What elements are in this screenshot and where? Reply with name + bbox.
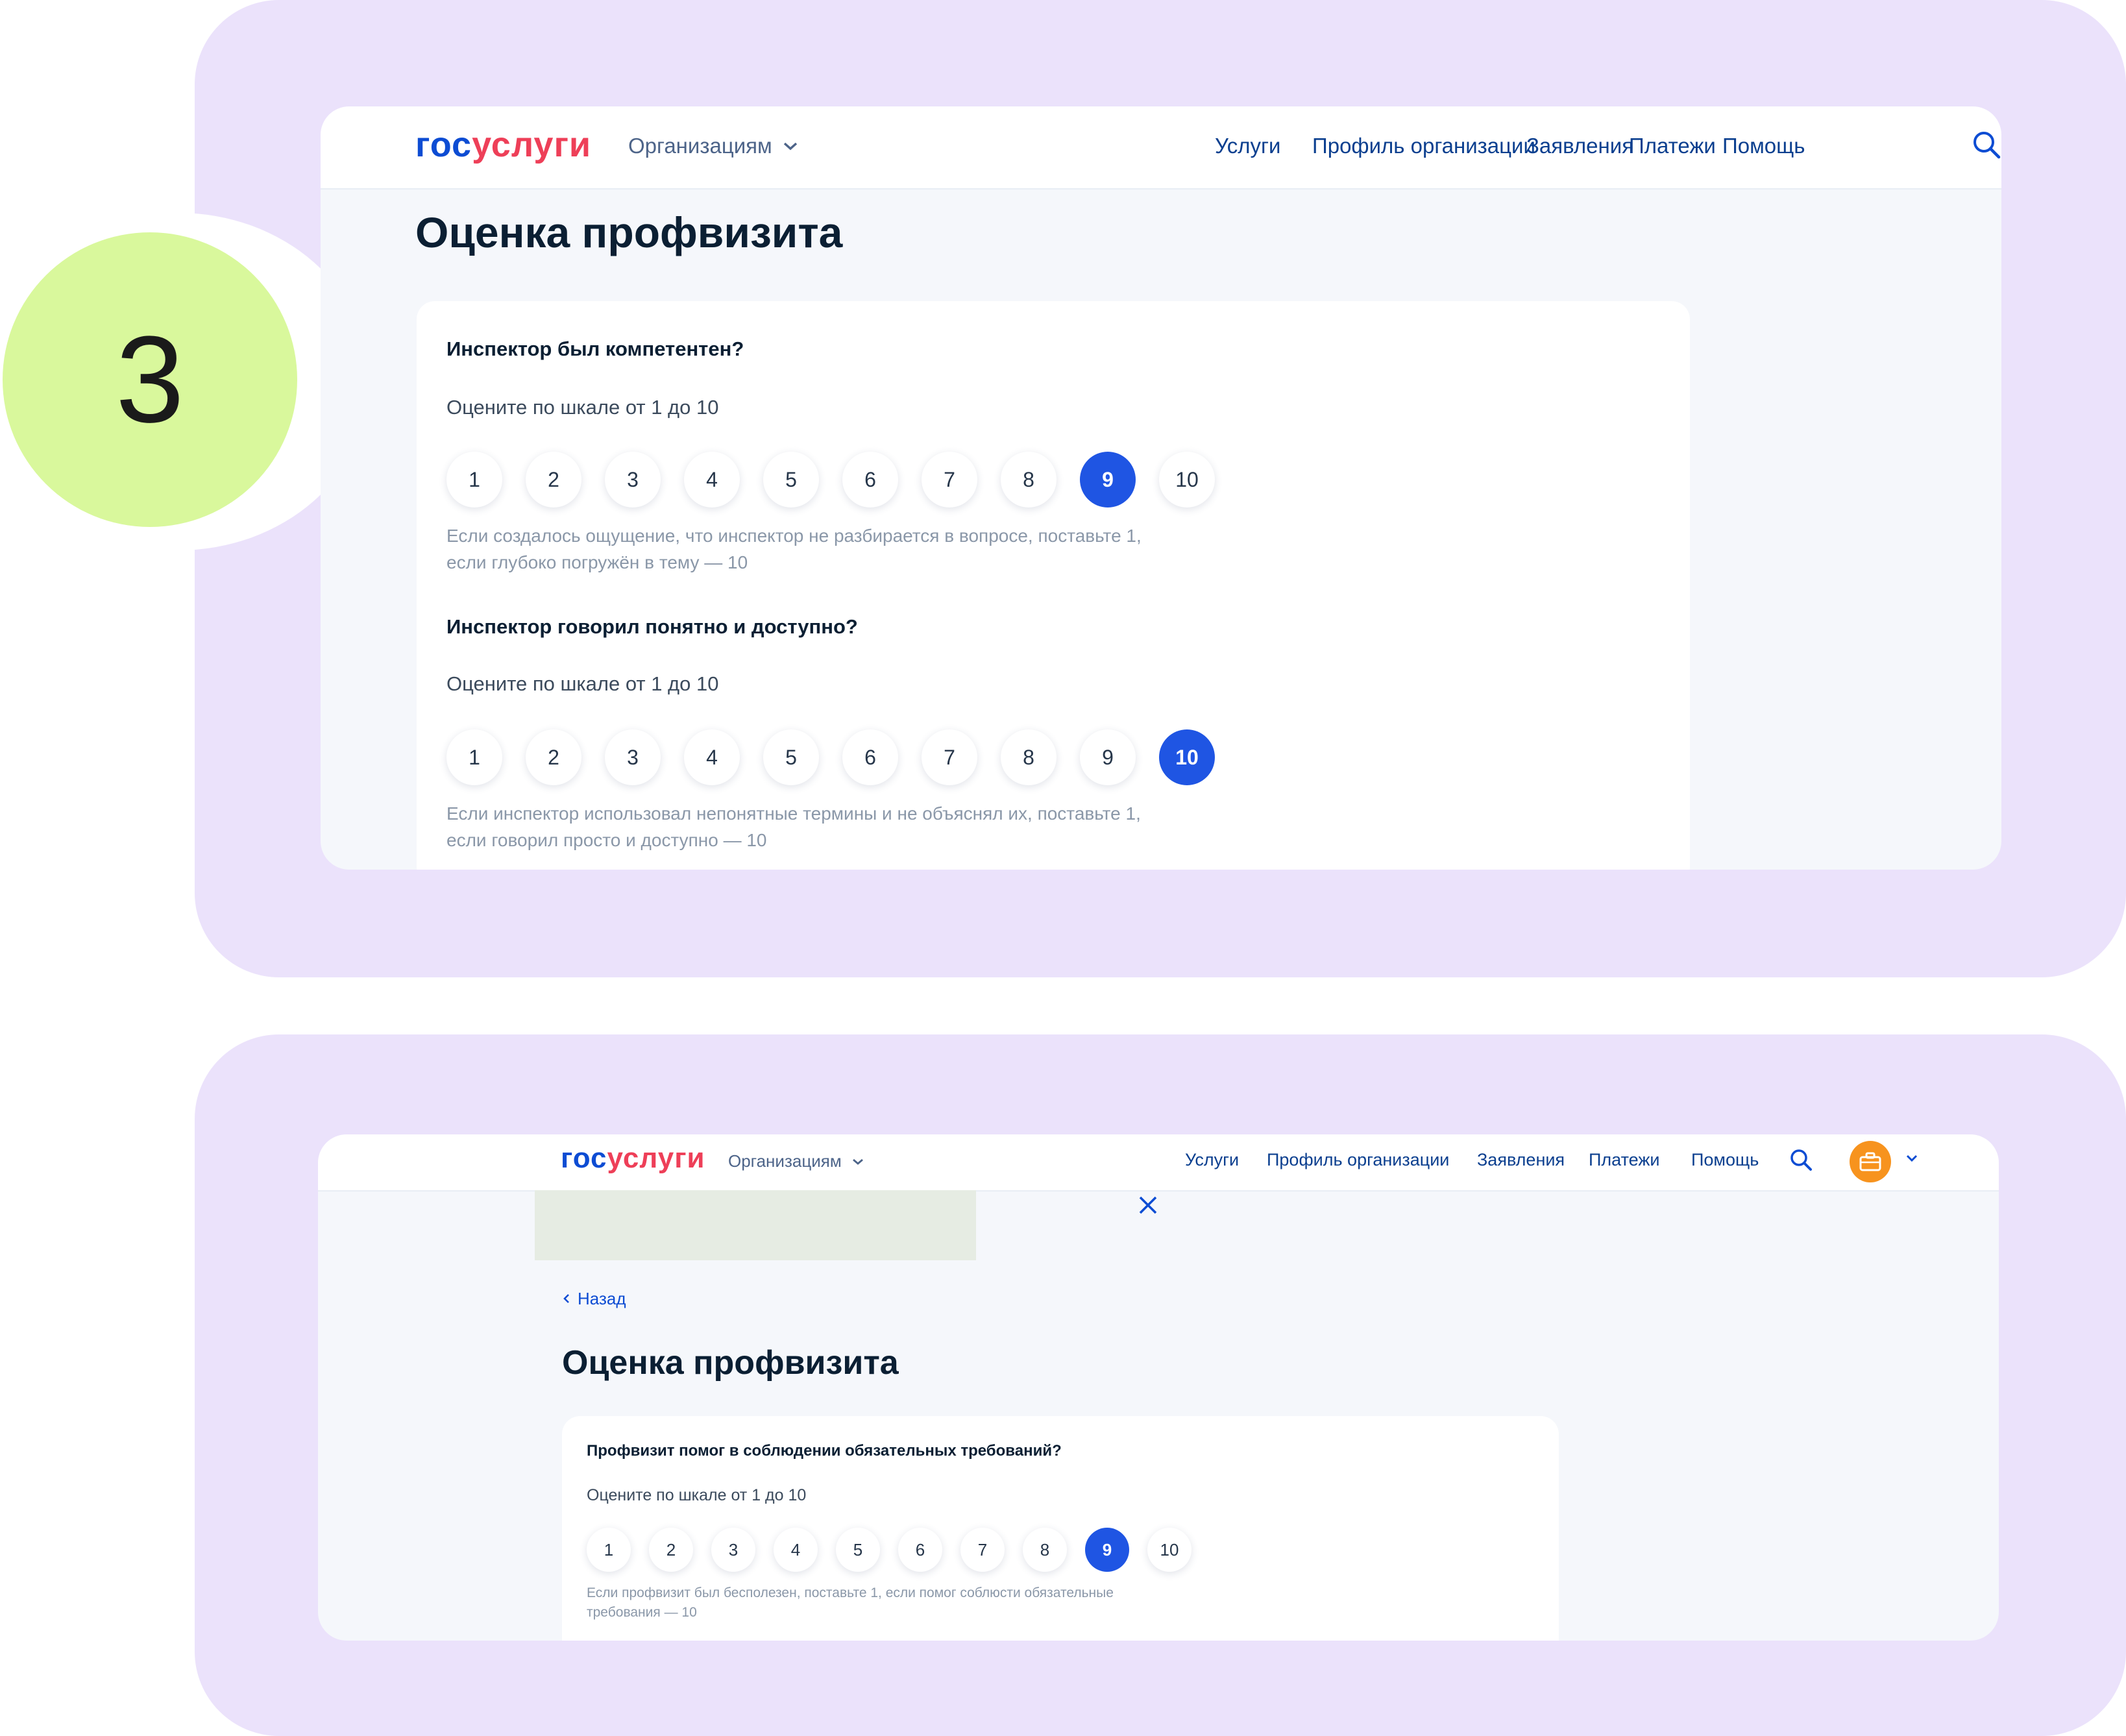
rating-option-8[interactable]: 8 [1023,1528,1067,1572]
rating-scale: 1 2 3 4 5 6 7 8 9 10 [446,729,1238,785]
organizations-menu[interactable]: Организациям [728,1151,864,1171]
question-title: Профвизит помог в соблюдении обязательны… [587,1442,1062,1460]
question-subtitle: Оцените по шкале от 1 до 10 [587,1486,807,1504]
question-hint: Если инспектор использовал непонятные те… [446,801,1290,853]
rating-option-9[interactable]: 9 [1080,729,1136,785]
rating-option-8[interactable]: 8 [1001,452,1057,507]
rating-option-9[interactable]: 9 [1085,1528,1129,1572]
rating-option-3[interactable]: 3 [711,1528,755,1572]
rating-option-7[interactable]: 7 [960,1528,1005,1572]
organization-avatar[interactable] [1850,1141,1891,1182]
screenshot-rating-2: госуслуги Организациям Услуги Профиль ор… [318,1134,1999,1641]
nav-link-services[interactable]: Услуги [1215,134,1280,158]
page-title: Оценка профвизита [562,1344,899,1382]
question-title: Инспектор был компетентен? [446,337,744,360]
rating-option-7[interactable]: 7 [922,452,977,507]
gosuslugi-logo[interactable]: госуслуги [415,125,591,165]
rating-option-3[interactable]: 3 [605,452,661,507]
rating-option-10[interactable]: 10 [1159,729,1215,785]
rating-option-1[interactable]: 1 [587,1528,631,1572]
rating-option-10[interactable]: 10 [1147,1528,1191,1572]
question-hint: Если создалось ощущение, что инспектор н… [446,523,1290,576]
rating-option-6[interactable]: 6 [898,1528,942,1572]
logo-part-gos: гос [415,125,472,164]
logo-part-uslugi: услуги [472,125,592,164]
chevron-down-icon [852,1158,863,1165]
notification-banner [535,1190,976,1260]
chevron-down-icon[interactable] [1905,1154,1918,1163]
page-title: Оценка профвизита [415,208,843,256]
rating-option-1[interactable]: 1 [446,452,502,507]
step-number-badge: 3 [3,232,297,527]
rating-option-2[interactable]: 2 [649,1528,693,1572]
question-subtitle: Оцените по шкале от 1 до 10 [446,672,719,695]
rating-option-7[interactable]: 7 [922,729,977,785]
question-hint-line: если говорил просто и доступно — 10 [446,829,767,850]
nav-link-help[interactable]: Помощь [1722,134,1805,158]
organizations-menu[interactable]: Организациям [628,134,798,158]
organizations-menu-label: Организациям [728,1151,842,1171]
nav-link-services[interactable]: Услуги [1185,1150,1239,1170]
search-icon[interactable] [1972,130,2001,160]
nav-link-applications[interactable]: Заявления [1526,134,1633,158]
logo-part-gos: гос [561,1142,607,1174]
question-hint: Если профвизит был бесполезен, поставьте… [587,1583,1223,1623]
screenshot-rating-1: госуслуги Организациям Услуги Профиль ор… [321,106,2001,870]
question-title: Инспектор говорил понятно и доступно? [446,615,858,638]
rating-option-4[interactable]: 4 [774,1528,818,1572]
back-link-label: Назад [578,1289,626,1308]
rating-option-8[interactable]: 8 [1001,729,1057,785]
briefcase-icon [1859,1152,1881,1171]
rating-option-5[interactable]: 5 [763,729,819,785]
close-icon[interactable] [1137,1194,1159,1216]
nav-link-org-profile[interactable]: Профиль организации [1312,134,1535,158]
chevron-left-icon [563,1294,569,1303]
search-icon[interactable] [1789,1147,1813,1172]
question-hint-line: Если инспектор использовал непонятные те… [446,803,1141,824]
organizations-menu-label: Организациям [628,134,772,158]
rating-option-3[interactable]: 3 [605,729,661,785]
rating-option-1[interactable]: 1 [446,729,502,785]
nav-link-help[interactable]: Помощь [1691,1150,1759,1170]
nav-link-payments[interactable]: Платежи [1589,1150,1660,1170]
rating-option-9[interactable]: 9 [1080,452,1136,507]
question-hint-line: Если профвизит был бесполезен, поставьте… [587,1585,1114,1600]
nav-link-applications[interactable]: Заявления [1477,1150,1565,1170]
rating-option-4[interactable]: 4 [684,729,740,785]
back-link[interactable]: Назад [562,1289,626,1309]
logo-part-uslugi: услуги [607,1142,705,1174]
rating-scale: 1 2 3 4 5 6 7 8 9 10 [446,452,1238,507]
nav-link-payments[interactable]: Платежи [1629,134,1716,158]
rating-option-4[interactable]: 4 [684,452,740,507]
rating-card: Инспектор был компетентен? Оцените по шк… [417,301,1690,870]
rating-option-2[interactable]: 2 [526,729,581,785]
question-hint-line: если глубоко погружён в тему — 10 [446,552,748,572]
rating-option-5[interactable]: 5 [763,452,819,507]
chevron-down-icon [783,142,797,151]
rating-scale: 1 2 3 4 5 6 7 8 9 10 [587,1528,1210,1572]
question-hint-line: требования — 10 [587,1605,697,1620]
site-header: госуслуги Организациям Услуги Профиль ор… [318,1134,1999,1192]
question-hint-line: Если создалось ощущение, что инспектор н… [446,526,1142,546]
site-header: госуслуги Организациям Услуги Профиль ор… [321,106,2001,189]
nav-link-org-profile[interactable]: Профиль организации [1267,1150,1449,1170]
rating-option-6[interactable]: 6 [842,729,898,785]
rating-card: Профвизит помог в соблюдении обязательны… [562,1416,1559,1641]
question-subtitle: Оцените по шкале от 1 до 10 [446,396,719,419]
rating-option-2[interactable]: 2 [526,452,581,507]
rating-option-10[interactable]: 10 [1159,452,1215,507]
rating-option-6[interactable]: 6 [842,452,898,507]
rating-option-5[interactable]: 5 [836,1528,880,1572]
gosuslugi-logo[interactable]: госуслуги [561,1142,705,1175]
